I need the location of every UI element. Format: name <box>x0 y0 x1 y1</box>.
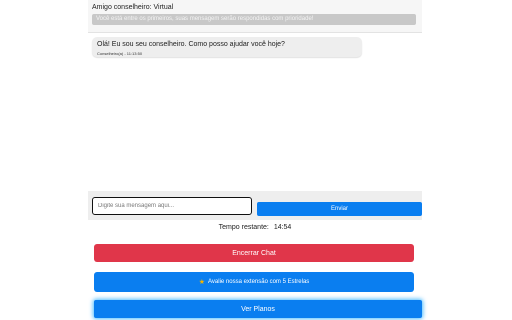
star-icon: ★ <box>198 278 205 286</box>
rate-extension-button[interactable]: ★ Avalie nossa extensão com 5 Estrelas <box>94 272 414 292</box>
view-plans-label: Ver Planos <box>241 305 275 313</box>
message-list: Olá! Eu sou seu conselheiro. Como posso … <box>88 33 422 191</box>
time-remaining: Tempo restante: 14:54 <box>88 224 422 231</box>
rate-extension-label: Avalie nossa extensão com 5 Estrelas <box>208 279 310 285</box>
advisor-title: Amigo conselheiro: Virtual <box>92 4 174 11</box>
priority-banner: Você está entre os primeiros, suas mensa… <box>92 14 416 25</box>
time-remaining-label: Tempo restante: <box>218 224 269 231</box>
message-input[interactable] <box>92 197 252 215</box>
advisor-message-bubble: Olá! Eu sou seu conselheiro. Como posso … <box>92 37 362 57</box>
message-text: Olá! Eu sou seu conselheiro. Como posso … <box>97 41 285 48</box>
message-timestamp: Conselheiro(a) - 11:13:50 <box>97 51 143 56</box>
view-plans-button[interactable]: Ver Planos <box>94 300 422 318</box>
chat-panel: Amigo conselheiro: Virtual Você está ent… <box>88 0 422 320</box>
end-chat-button[interactable]: Encerrar Chat <box>94 244 414 262</box>
chat-header: Amigo conselheiro: Virtual Você está ent… <box>88 0 422 33</box>
send-button[interactable]: Enviar <box>257 202 422 216</box>
time-remaining-value: 14:54 <box>273 224 292 231</box>
end-chat-label: Encerrar Chat <box>232 249 276 257</box>
